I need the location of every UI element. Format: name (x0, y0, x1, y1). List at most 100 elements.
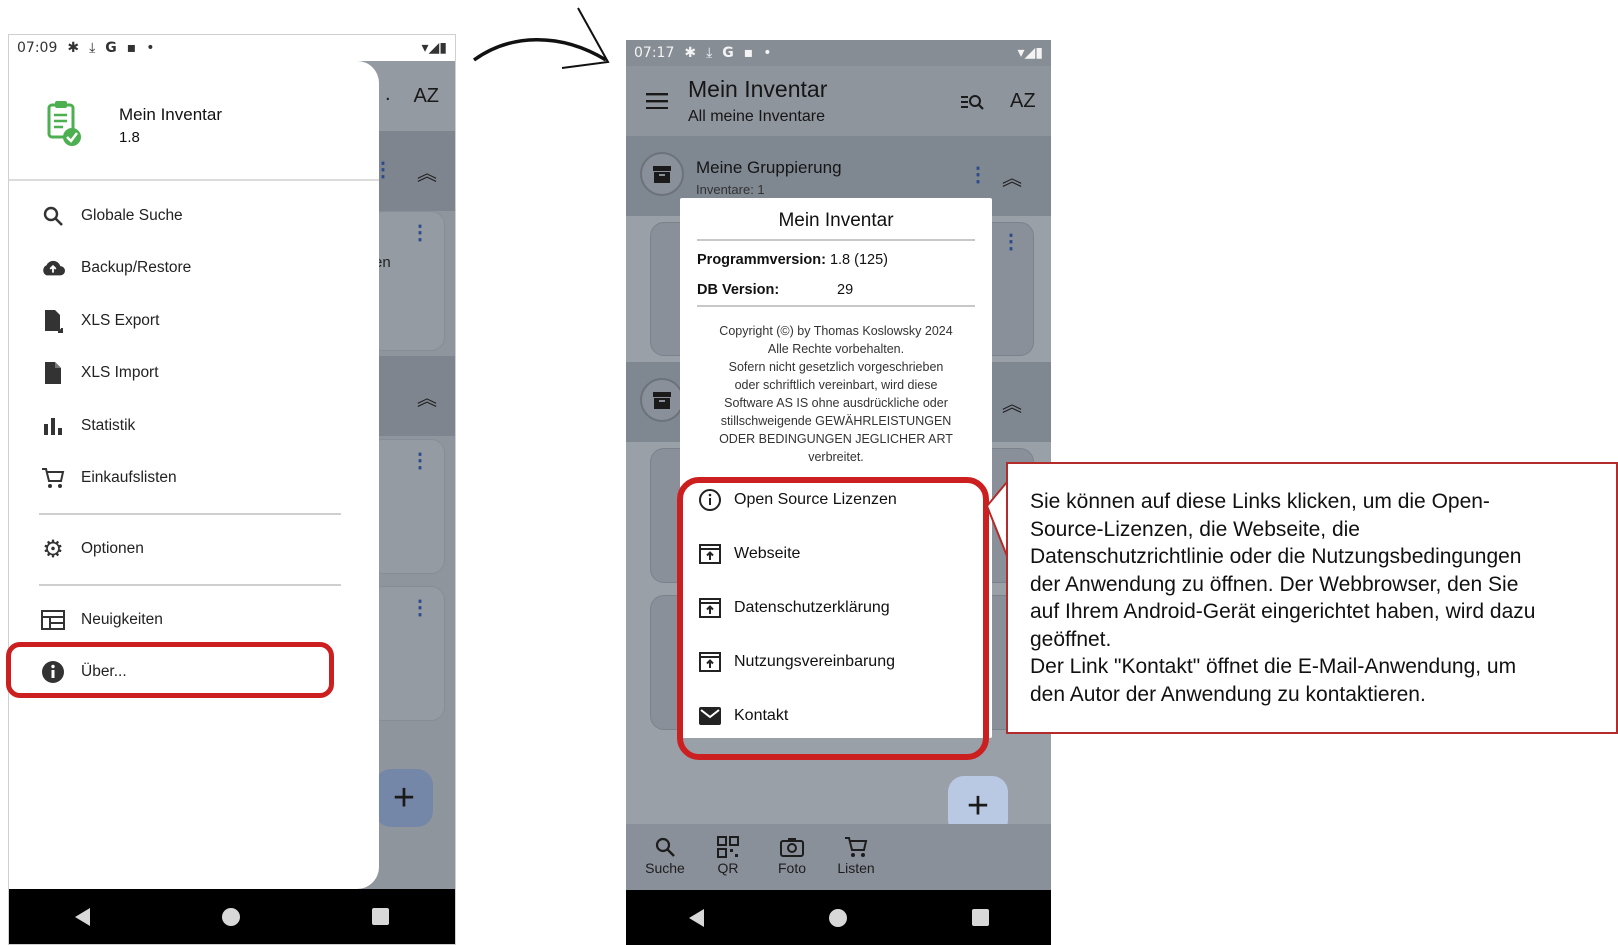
more-vert-icon: ⋮ (1001, 231, 1021, 253)
collapse-icon: ︽ (1002, 394, 1022, 416)
dialog-divider (697, 239, 975, 241)
bar-chart-icon (41, 414, 65, 438)
menu-item-xls-export[interactable]: XLS Export (9, 299, 379, 343)
gear-icon: ✱ (67, 40, 80, 56)
home-button[interactable] (222, 907, 240, 926)
file-export-icon (41, 309, 65, 333)
bottom-navigation: Suche QR Foto Listen (626, 824, 1051, 890)
collapse-icon: ︽ (417, 388, 437, 410)
callout-line: Source-Lizenzen, die Webseite, die (1030, 517, 1360, 541)
callout-text: Sie können auf diese Links klicken, um d… (1030, 488, 1612, 708)
bottom-nav-label: Foto (777, 860, 806, 876)
callout-line: auf Ihrem Android-Gerät eingerichtet hab… (1030, 600, 1536, 623)
app-subtitle: All meine Inventare (688, 108, 825, 125)
back-button[interactable] (75, 907, 90, 926)
gear-icon: ✱ (684, 45, 697, 61)
bottom-nav-label: Suche (645, 860, 685, 876)
gear-icon: ⚙ (42, 535, 64, 563)
sort-az-button[interactable]: AZ (1010, 90, 1036, 113)
menu-item-shopping-lists[interactable]: Einkaufslisten (9, 456, 379, 500)
program-version: Programmversion: 1.8 (125) (697, 252, 888, 268)
signal-battery-icon: ▾◢▮ (1017, 45, 1044, 61)
cart-icon (41, 466, 65, 490)
status-time: 07:09 (17, 40, 58, 56)
callout-line: den Autor der Anwendung zu kontaktieren. (1030, 682, 1426, 706)
recents-button[interactable] (372, 908, 389, 925)
news-icon (41, 608, 65, 632)
status-bar: 07:17 ✱ ⤓ G ▪ • ▾◢▮ (626, 40, 1051, 66)
dot-icon: • (763, 45, 772, 61)
group-count: Inventare: 1 (696, 182, 765, 197)
bottom-nav-lists[interactable]: Listen (826, 834, 886, 876)
copyright-line: Copyright (©) by Thomas Koslowsky 2024 (719, 324, 953, 338)
back-button[interactable] (688, 908, 704, 927)
file-icon (41, 361, 65, 385)
callout-line: Datenschutzrichtlinie oder die Nutzungsb… (1030, 545, 1522, 568)
google-icon: G (722, 45, 734, 61)
phone-screen-drawer: 07:09 ✱ ⤓ G ▪ • ▾◢▮ AZ . ⋮ ︽ ⋮ en ︽ ⋮ ⋮ … (8, 34, 456, 945)
app-name: Mein Inventar (119, 105, 222, 124)
bottom-nav-photo[interactable]: Foto (762, 834, 822, 876)
menu-item-news[interactable]: Neuigkeiten (9, 598, 379, 642)
group-name: Meine Gruppierung (696, 158, 842, 177)
db-version: DB Version: 29 (697, 282, 853, 298)
sd-card-icon: ▪ (126, 40, 137, 56)
partial-icon: . (385, 83, 391, 105)
more-vert-icon: ⋮ (410, 597, 430, 619)
program-version-label: Programmversion: (697, 252, 826, 268)
explanation-callout: Sie können auf diese Links klicken, um d… (1006, 462, 1618, 734)
search-icon (41, 204, 65, 228)
more-vert-icon: ⋮ (410, 222, 430, 244)
bottom-nav-qr[interactable]: QR (698, 834, 758, 876)
menu-item-options[interactable]: ⚙ Optionen (9, 527, 379, 571)
more-vert-icon: ⋮ (410, 450, 430, 472)
home-button[interactable] (828, 908, 847, 927)
download-icon: ⤓ (706, 45, 713, 61)
bottom-nav-search[interactable]: Suche (635, 834, 695, 876)
menu-item-label: Backup/Restore (81, 259, 192, 276)
download-icon: ⤓ (89, 40, 96, 56)
menu-item-global-search[interactable]: Globale Suche (9, 194, 379, 238)
callout-line: Sie können auf diese Links klicken, um d… (1030, 490, 1490, 513)
transition-arrow (472, 7, 610, 69)
filter-search-icon[interactable] (960, 92, 984, 112)
google-icon: G (105, 40, 117, 56)
copyright-line: stillschweigende GEWÄHRLEISTUNGEN (720, 414, 952, 428)
menu-item-label: Einkaufslisten (81, 469, 177, 486)
bottom-nav-label: QR (717, 860, 739, 876)
highlight-about (6, 642, 334, 698)
system-nav-bar (9, 889, 455, 944)
sd-card-icon: ▪ (743, 45, 754, 61)
collapse-icon: ︽ (417, 163, 437, 185)
db-version-label: DB Version: (697, 282, 780, 298)
menu-item-label: Optionen (81, 540, 144, 557)
drawer-divider (39, 584, 341, 586)
menu-icon[interactable] (646, 93, 668, 109)
menu-item-statistics[interactable]: Statistik (9, 404, 379, 448)
more-vert-icon[interactable]: ⋮ (968, 162, 988, 187)
app-bar: Mein Inventar All meine Inventare AZ (626, 66, 1051, 136)
drawer-divider (39, 513, 341, 515)
menu-item-label: XLS Export (81, 312, 160, 329)
status-bar: 07:09 ✱ ⤓ G ▪ • ▾◢▮ (9, 35, 455, 61)
collapse-icon[interactable]: ︽ (1002, 162, 1022, 191)
copyright-line: ODER BEDINGUNGEN JEGLICHER ART (719, 432, 953, 446)
dot-icon: • (146, 40, 155, 56)
camera-icon (762, 834, 822, 860)
program-version-value: 1.8 (125) (829, 252, 889, 268)
callout-line: der Anwendung zu öffnen. Der Webbrowser,… (1030, 572, 1519, 596)
drawer-header: Mein Inventar 1.8 (9, 61, 379, 181)
cart-icon (826, 834, 886, 860)
copyright-line: verbreitet. (808, 450, 864, 464)
app-logo-icon (47, 101, 81, 146)
recents-button[interactable] (971, 909, 989, 926)
menu-item-backup-restore[interactable]: Backup/Restore (9, 246, 379, 290)
menu-item-label: Globale Suche (81, 207, 183, 224)
background-card: ⋮ en (369, 211, 445, 351)
signal-battery-icon: ▾◢▮ (421, 40, 448, 56)
menu-item-label: XLS Import (81, 364, 159, 381)
highlight-links (677, 477, 989, 760)
menu-item-xls-import[interactable]: XLS Import (9, 351, 379, 395)
app-title: Mein Inventar (688, 76, 828, 102)
background-card: ⋮ (369, 586, 445, 721)
